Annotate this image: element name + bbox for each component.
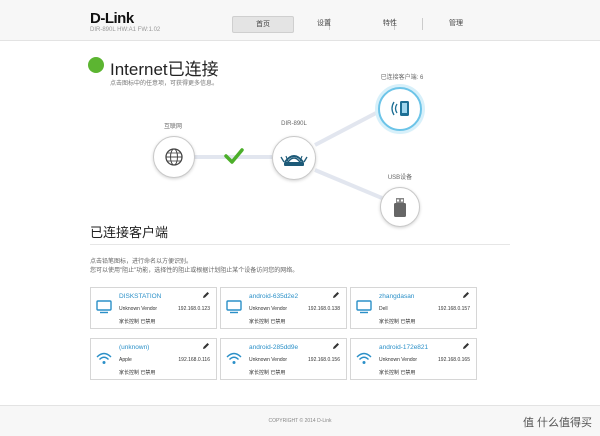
parental-control-status: 家长控制 已禁用 [249, 319, 286, 325]
usb-drive-icon [394, 198, 406, 217]
internet-node[interactable] [153, 136, 195, 178]
wifi-icon [96, 352, 112, 364]
connected-devices-icon [391, 101, 409, 116]
client-ip: 192.168.0.138 [308, 306, 340, 312]
pencil-icon[interactable] [202, 291, 210, 299]
usb-node[interactable] [380, 187, 420, 227]
client-card[interactable]: android-285dd9e Unknown Vendor 192.168.0… [220, 338, 347, 380]
pencil-icon[interactable] [332, 291, 340, 299]
client-ip: 192.168.0.123 [178, 306, 210, 312]
client-vendor: Unknown Vendor [249, 306, 288, 312]
client-ip: 192.168.0.156 [308, 357, 340, 363]
client-name: android-172e821 [379, 344, 429, 351]
client-card[interactable]: android-635d2e2 Unknown Vendor 192.168.0… [220, 287, 347, 329]
pencil-icon[interactable] [332, 342, 340, 350]
parental-control-status: 家长控制 已禁用 [119, 319, 156, 325]
clients-hint-2: 您可以使用"阻止"功能，选择性的阻止或根据计划阻止某个设备访问您的网络。 [90, 268, 299, 274]
router-node[interactable] [272, 136, 316, 180]
copyright-text: COPYRIGHT © 2014 D-Link [268, 418, 332, 424]
client-vendor: Dell [379, 306, 388, 312]
client-name: (unknown) [119, 344, 150, 351]
clients-hint-1: 点击铅笔图标，进行命名以方便识别。 [90, 259, 193, 265]
client-vendor: Unknown Vendor [119, 306, 158, 312]
client-vendor: Unknown Vendor [249, 357, 288, 363]
client-ip: 192.168.0.165 [438, 357, 470, 363]
pencil-icon[interactable] [462, 342, 470, 350]
usb-label: USB设备 [387, 175, 413, 181]
globe-icon [165, 148, 183, 166]
client-name: android-635d2e2 [249, 293, 299, 300]
parental-control-status: 家长控制 已禁用 [119, 370, 156, 376]
client-ip: 192.168.0.116 [178, 357, 210, 363]
client-vendor: Unknown Vendor [379, 357, 418, 363]
client-name: zhangdasan [379, 293, 415, 300]
client-card[interactable]: DISKSTATION Unknown Vendor 192.168.0.123… [90, 287, 217, 329]
parental-control-status: 家长控制 已禁用 [379, 319, 416, 325]
client-card[interactable]: zhangdasan Dell 192.168.0.157 家长控制 已禁用 [350, 287, 477, 329]
client-name: android-285dd9e [249, 344, 299, 351]
client-name: DISKSTATION [119, 293, 162, 300]
clients-node-label: 已连接客户端: 6 [380, 75, 424, 81]
clients-node[interactable] [378, 87, 422, 131]
monitor-icon [356, 300, 372, 314]
parental-control-status: 家长控制 已禁用 [379, 370, 416, 376]
client-vendor: Apple [119, 357, 132, 363]
clients-section-title: 已连接客户端 [90, 225, 169, 240]
monitor-icon [226, 300, 242, 314]
pencil-icon[interactable] [202, 342, 210, 350]
watermark-text: 值 什么值得买 [522, 417, 592, 429]
monitor-icon [96, 300, 112, 314]
client-card[interactable]: (unknown) Apple 192.168.0.116 家长控制 已禁用 [90, 338, 217, 380]
client-card[interactable]: android-172e821 Unknown Vendor 192.168.0… [350, 338, 477, 380]
parental-control-status: 家长控制 已禁用 [249, 370, 286, 376]
client-ip: 192.168.0.157 [438, 306, 470, 312]
pencil-icon[interactable] [462, 291, 470, 299]
section-divider [90, 244, 510, 245]
wifi-icon [356, 352, 372, 364]
router-icon [280, 155, 308, 166]
internet-label: 互联网 [163, 124, 182, 130]
router-label: DIR-890L [281, 121, 307, 127]
wifi-icon [226, 352, 242, 364]
footer-bar: COPYRIGHT © 2014 D-Link 值 什么值得买 [0, 405, 600, 436]
